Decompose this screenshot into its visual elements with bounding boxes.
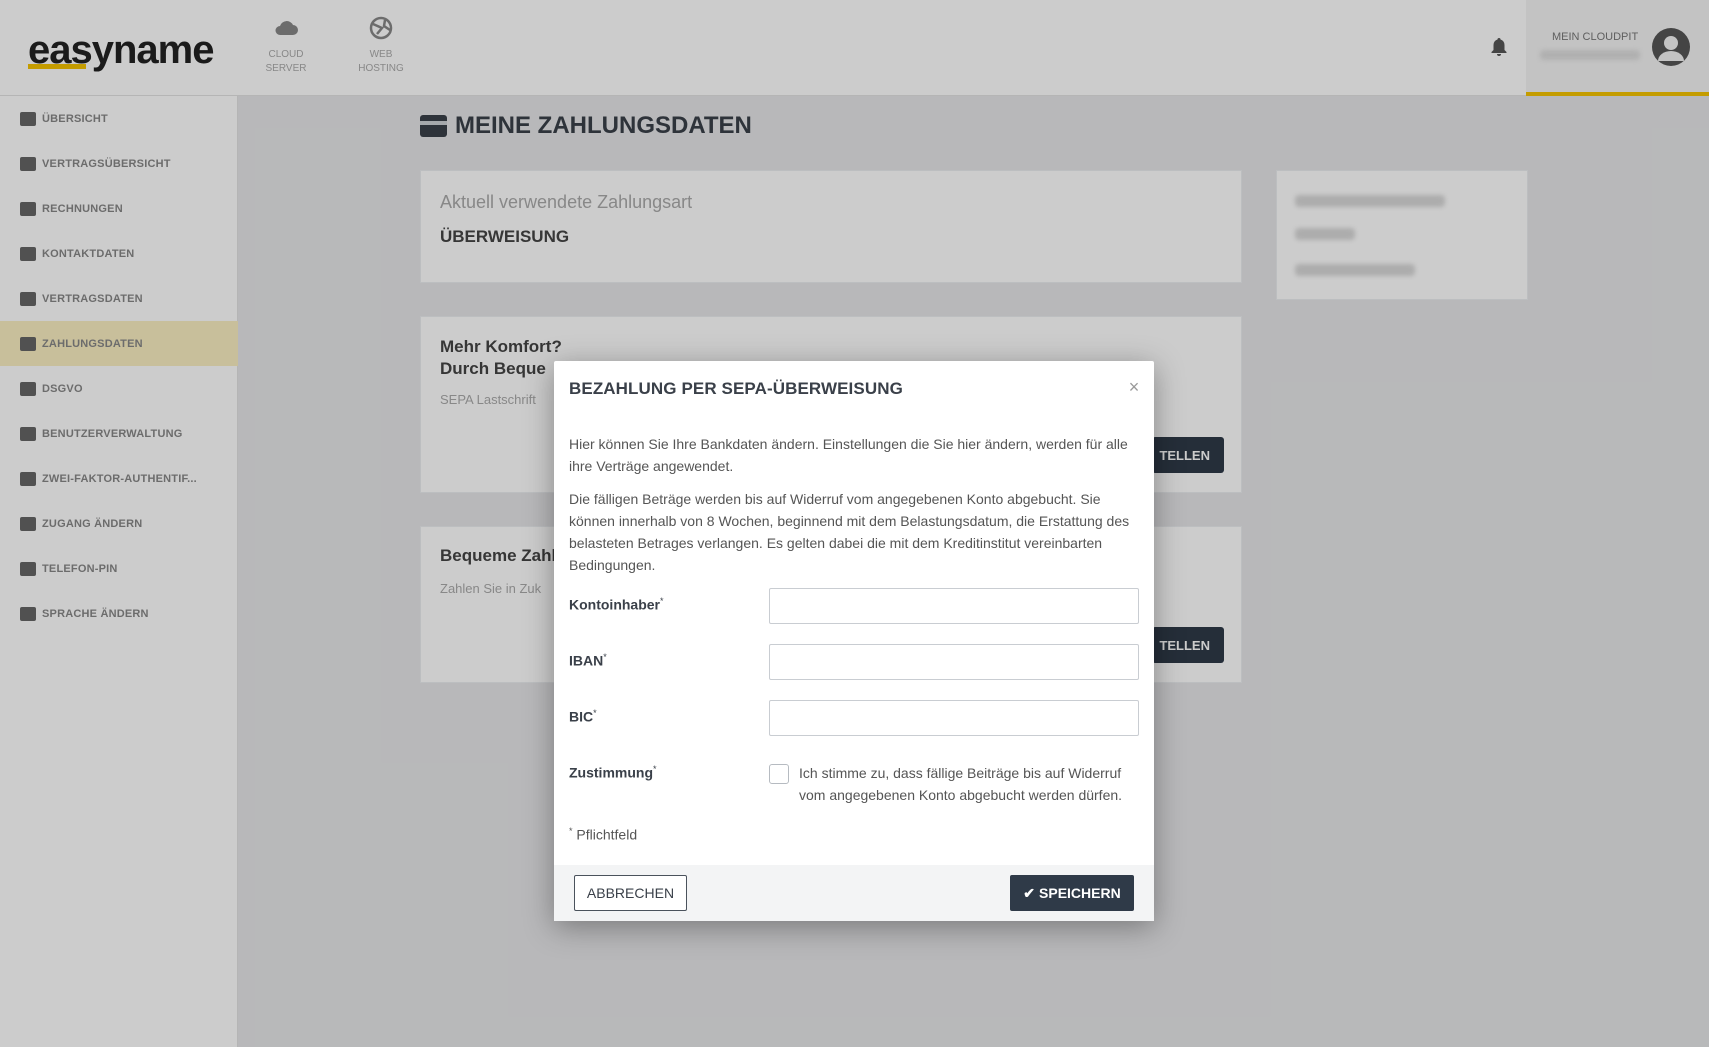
required-marker: *: [660, 596, 664, 606]
sepa-payment-dialog: BEZAHLUNG PER SEPA-ÜBERWEISUNG × Hier kö…: [554, 361, 1154, 921]
iban-label: IBAN*: [569, 652, 607, 669]
save-button[interactable]: ✔ SPEICHERN: [1010, 875, 1134, 911]
account-holder-input[interactable]: [769, 588, 1139, 624]
iban-input[interactable]: [769, 644, 1139, 680]
bic-input[interactable]: [769, 700, 1139, 736]
bic-label-text: BIC: [569, 708, 594, 725]
account-holder-label: Kontoinhaber*: [569, 596, 664, 613]
required-marker: *: [593, 708, 597, 718]
required-marker: *: [569, 826, 573, 836]
dialog-intro-text: Hier können Sie Ihre Bankdaten ändern. E…: [569, 436, 1128, 474]
check-icon: ✔: [1023, 884, 1036, 901]
required-marker: *: [653, 764, 657, 774]
dialog-title: BEZAHLUNG PER SEPA-ÜBERWEISUNG: [569, 379, 903, 398]
iban-label-text: IBAN: [569, 652, 604, 669]
bic-label: BIC*: [569, 708, 597, 725]
consent-checkbox[interactable]: [769, 764, 789, 784]
required-marker: *: [603, 652, 607, 662]
dialog-footer: ABBRECHEN ✔ SPEICHERN: [554, 865, 1154, 921]
consent-label: Zustimmung*: [569, 764, 657, 781]
close-icon[interactable]: ×: [1126, 378, 1142, 396]
consent-label-text: Zustimmung: [569, 764, 653, 781]
account-holder-label-text: Kontoinhaber: [569, 596, 660, 613]
dialog-mandate-text: Die fälligen Beträge werden bis auf Wide…: [569, 491, 1130, 573]
cancel-button[interactable]: ABBRECHEN: [574, 875, 687, 911]
required-note-text: Pflichtfeld: [576, 826, 638, 843]
save-button-label: SPEICHERN: [1039, 885, 1121, 901]
required-field-note: * Pflichtfeld: [569, 826, 637, 843]
consent-text: Ich stimme zu, dass fällige Beiträge bis…: [799, 765, 1123, 803]
